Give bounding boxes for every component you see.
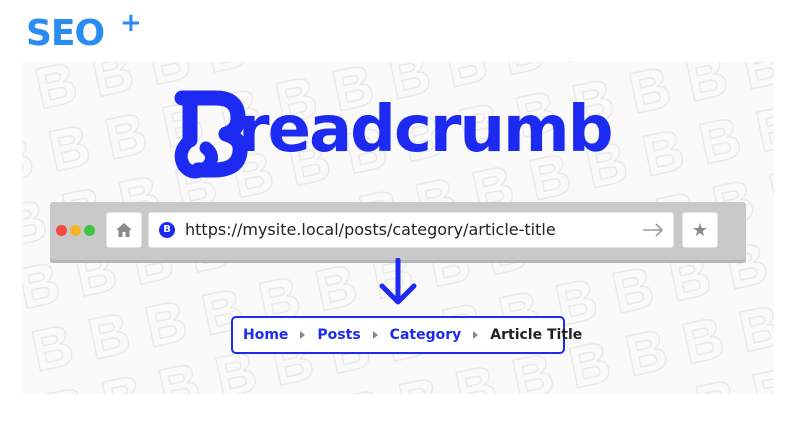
- breadcrumb-separator-icon: [372, 331, 378, 339]
- headline-title: readcrumb: [238, 93, 614, 167]
- logo-plus: +: [120, 8, 142, 38]
- breadcrumb-separator-icon: [473, 331, 479, 339]
- maximize-window-button[interactable]: [84, 225, 95, 236]
- site-favicon-icon: B: [159, 222, 175, 238]
- browser-toolbar: B https://mysite.local/posts/category/ar…: [50, 202, 746, 260]
- address-bar[interactable]: B https://mysite.local/posts/category/ar…: [148, 212, 674, 248]
- breadcrumb: Home Posts Category Article Title: [231, 316, 582, 354]
- breadcrumb-item-category[interactable]: Category: [390, 327, 462, 343]
- url-text[interactable]: https://mysite.local/posts/category/arti…: [185, 221, 556, 239]
- breadcrumb-item-current: Article Title: [490, 327, 583, 343]
- bookmark-button[interactable]: ★: [682, 212, 718, 248]
- logo-text: SEO: [26, 13, 105, 54]
- home-button[interactable]: [106, 212, 142, 248]
- seo-plus-logo: SEO +: [26, 10, 142, 54]
- star-icon: ★: [691, 219, 709, 241]
- arrow-right-icon[interactable]: [641, 222, 665, 238]
- close-window-button[interactable]: [56, 225, 67, 236]
- breadcrumb-item-home[interactable]: Home: [243, 327, 288, 343]
- headline: readcrumb: [168, 90, 648, 180]
- minimize-window-button[interactable]: [70, 225, 81, 236]
- arrow-down-icon: [379, 258, 417, 305]
- home-icon: [116, 223, 132, 237]
- breadcrumb-item-posts[interactable]: Posts: [317, 327, 360, 343]
- breadcrumb-separator-icon: [300, 331, 306, 339]
